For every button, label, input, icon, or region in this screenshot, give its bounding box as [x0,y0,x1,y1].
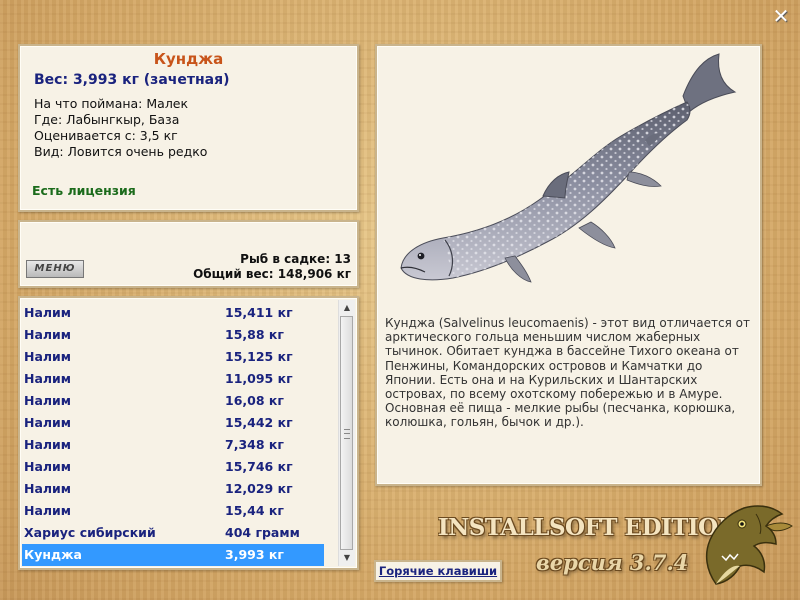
catch-list: Налим 15,411 кг Налим 15,88 кг Налим 15,125 к… [22,302,324,566]
list-item[interactable]: Хариус сибирский 404 грамм [22,522,324,544]
bait-line: На что поймана: Малек [34,96,189,111]
list-item[interactable]: Налим 15,746 кг [22,456,324,478]
list-item-weight: 12,029 кг [225,481,293,496]
cage-panel: МЕНЮ Рыб в садке: 13 Общий вес: 148,906 … [18,220,359,288]
list-item[interactable]: Налим 15,411 кг [22,302,324,324]
fish-title: Кунджа [153,50,224,68]
pike-logo-icon [705,505,793,585]
list-item[interactable]: Налим 7,348 кг [22,434,324,456]
license-status: Есть лицензия [32,183,136,198]
list-item-name: Налим [24,437,72,452]
scroll-up-arrow-icon[interactable]: ▲ [339,300,355,316]
list-item-name: Кунджа [24,547,82,562]
list-item-name: Налим [24,459,72,474]
fish-weight: Вес: 3,993 кг (зачетная) [34,72,230,88]
list-item[interactable]: Налим 15,125 кг [22,346,324,368]
fish-info-panel: Кунджа Вес: 3,993 кг (зачетная) На что п… [18,44,359,212]
hotkeys-button[interactable]: Горячие клавиши [374,560,502,582]
list-item-weight: 15,442 кг [225,415,293,430]
scroll-down-arrow-icon[interactable]: ▼ [339,550,355,566]
close-icon[interactable]: ✕ [771,6,791,26]
list-item-weight: 15,746 кг [225,459,293,474]
list-item-name: Налим [24,327,72,342]
char-fish-illustration [400,53,737,283]
list-item-weight: 3,993 кг [225,547,284,562]
list-item-weight: 16,08 кг [225,393,284,408]
cage-total-weight: Общий вес: 148,906 кг [193,267,351,281]
list-item-weight: 15,44 кг [225,503,284,518]
list-item-name: Налим [24,305,72,320]
list-scrollbar[interactable]: ▲ ▼ [338,300,355,566]
list-item[interactable]: Налим 16,08 кг [22,390,324,412]
list-item-name: Налим [24,393,72,408]
list-item-name: Налим [24,415,72,430]
installsoft-edition-logo: INSTALLSOFT EDITION [438,514,739,541]
list-item[interactable]: Налим 15,442 кг [22,412,324,434]
list-item-name: Налим [24,349,72,364]
scrollbar-thumb[interactable] [340,316,353,550]
cage-count: Рыб в садке: 13 [240,252,351,266]
fish-description: Кунджа (Salvelinus leucomaenis) - этот в… [385,316,750,430]
list-item[interactable]: Налим 12,029 кг [22,478,324,500]
list-item-weight: 15,411 кг [225,305,293,320]
list-item-name: Хариус сибирский [24,525,156,540]
catch-list-panel: Налим 15,411 кг Налим 15,88 кг Налим 15,125 к… [18,296,359,570]
version-label: версия 3.7.4 [536,550,689,575]
list-item-name: Налим [24,503,72,518]
location-line: Где: Лабынгкыр, База [34,112,180,127]
list-item-weight: 404 грамм [225,525,300,540]
thumb-grip-icon [344,429,350,439]
list-item-name: Налим [24,371,72,386]
list-item[interactable]: Налим 15,44 кг [22,500,324,522]
list-item-weight: 15,125 кг [225,349,293,364]
list-item-weight: 11,095 кг [225,371,293,386]
valued-line: Оценивается с: 3,5 кг [34,128,178,143]
list-item[interactable]: Кунджа 3,993 кг [22,544,324,566]
list-item[interactable]: Налим 11,095 кг [22,368,324,390]
fish-picture-panel: Кунджа (Salvelinus leucomaenis) - этот в… [375,44,762,486]
list-item-weight: 15,88 кг [225,327,284,342]
rarity-line: Вид: Ловится очень редко [34,144,208,159]
menu-button[interactable]: МЕНЮ [26,260,84,278]
list-item-weight: 7,348 кг [225,437,284,452]
list-item[interactable]: Налим 15,88 кг [22,324,324,346]
list-item-name: Налим [24,481,72,496]
